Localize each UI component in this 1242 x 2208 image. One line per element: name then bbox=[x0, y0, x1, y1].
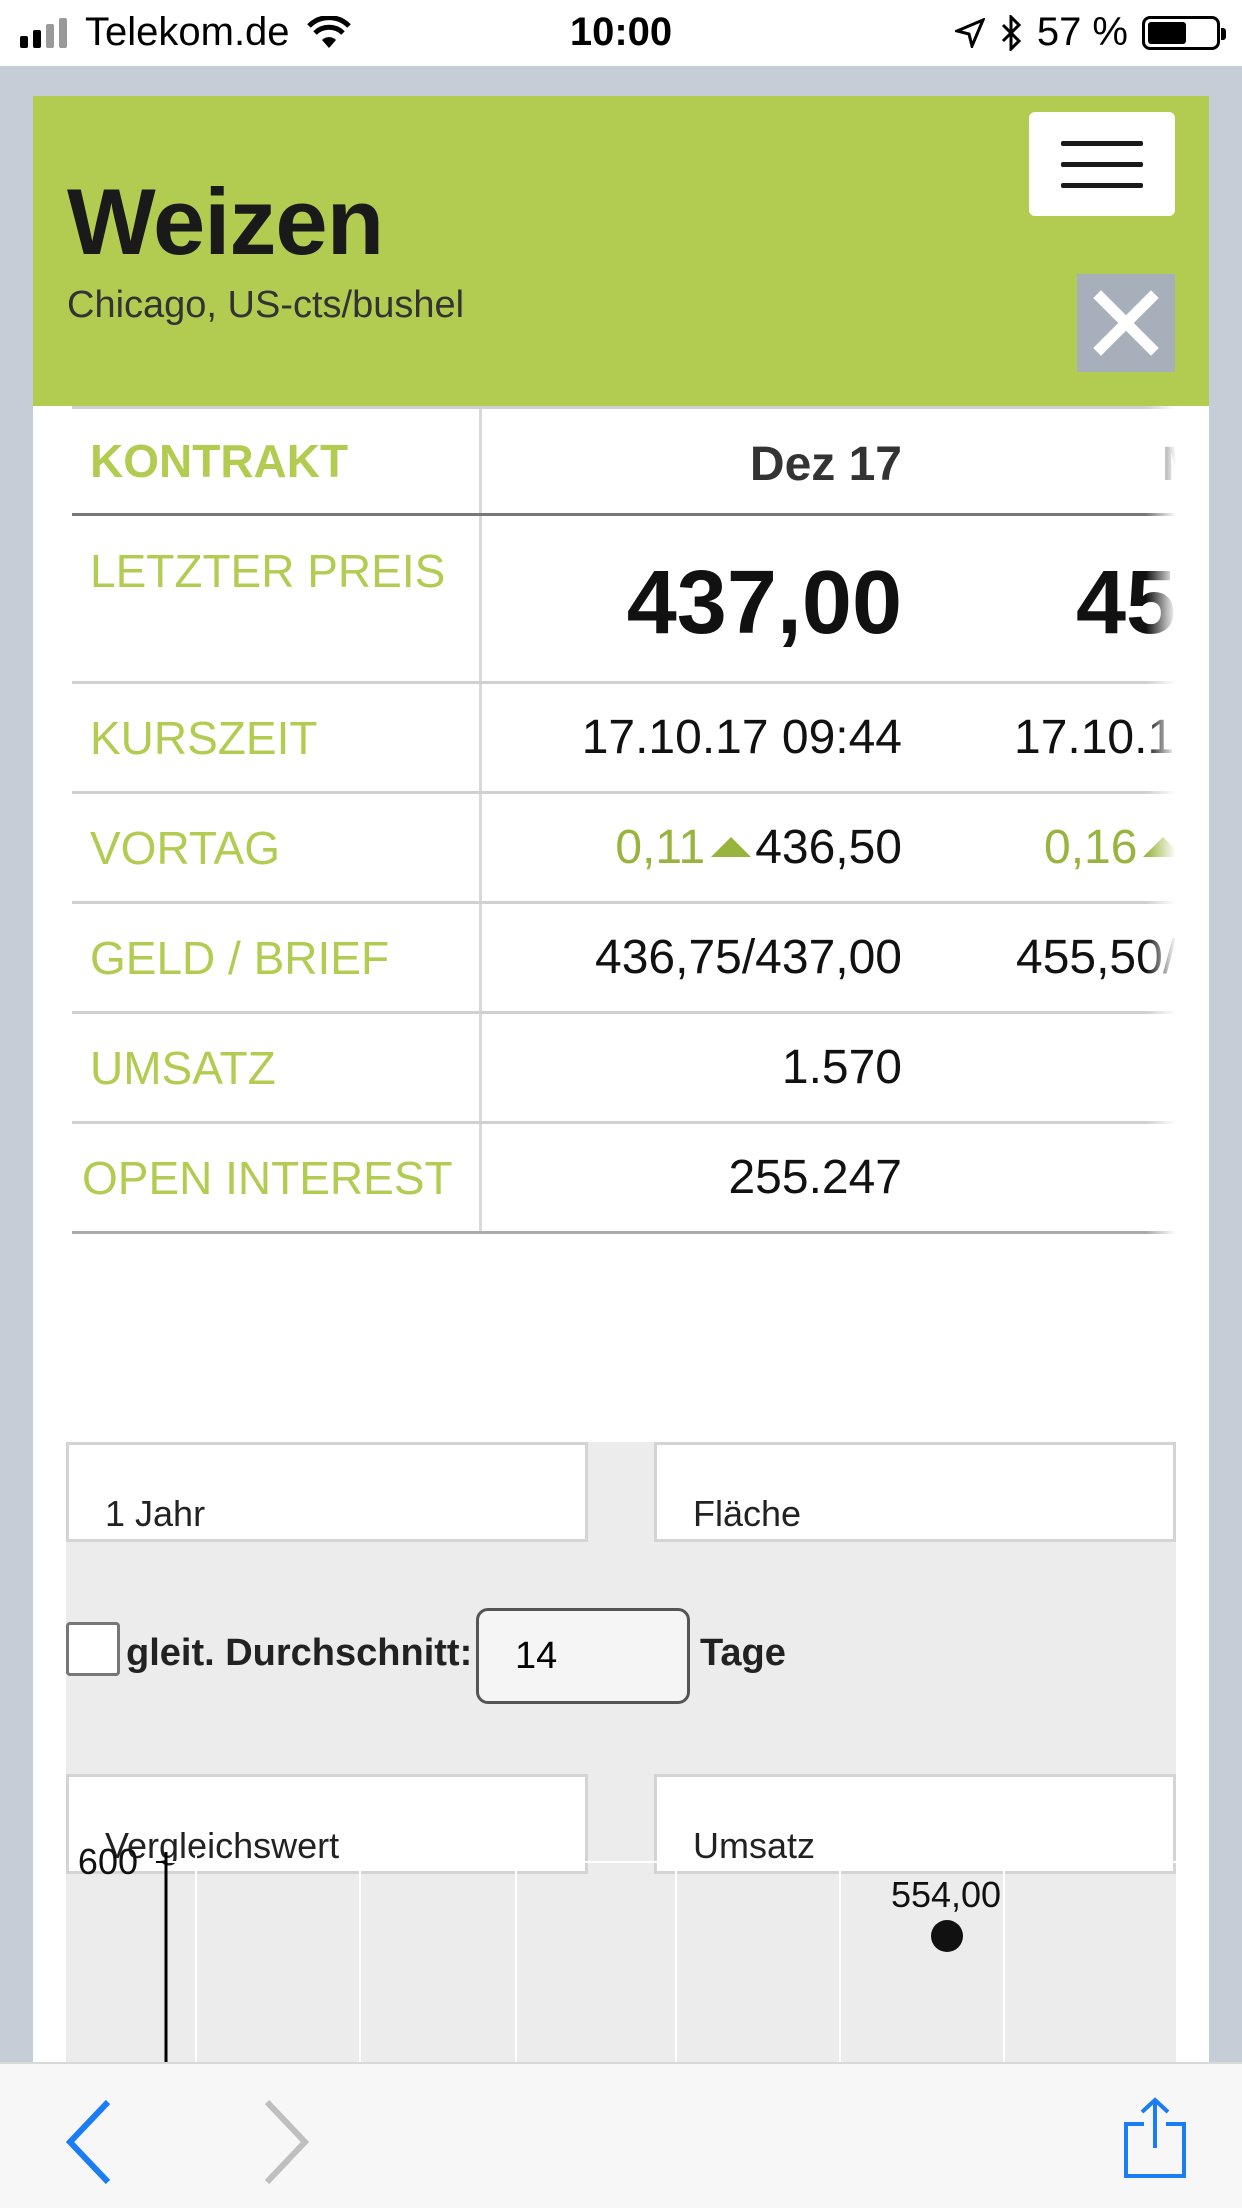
row-label: GELD / BRIEF bbox=[72, 904, 482, 1011]
last-price-value: 437,00 bbox=[626, 553, 902, 653]
table-row-letzter-preis: LETZTER PREIS 437,00 455 bbox=[72, 516, 1176, 684]
max-price-point bbox=[931, 1920, 963, 1952]
share-button[interactable] bbox=[1122, 2096, 1188, 2178]
table-row-vortag: VORTAG 0,11436,50 0,164 bbox=[72, 794, 1176, 904]
moving-average-checkbox[interactable] bbox=[66, 1622, 120, 1676]
page-title: Weizen bbox=[67, 169, 384, 274]
table-row-kurszeit: KURSZEIT 17.10.17 09:44 17.10.17 bbox=[72, 684, 1176, 794]
row-label: KURSZEIT bbox=[72, 684, 482, 791]
battery-percent: 57 % bbox=[1036, 10, 1128, 54]
browser-toolbar bbox=[0, 2062, 1242, 2208]
table-row-kontrakt: KONTRAKT Dez 17 M bbox=[72, 406, 1176, 516]
battery-icon bbox=[1142, 15, 1226, 50]
chevron-left-icon bbox=[65, 2099, 111, 2185]
previous-value: 436,50 bbox=[755, 821, 902, 874]
previous-day-value: 0,11 436,50 bbox=[482, 820, 902, 875]
period-select-value: 1 Jahr bbox=[105, 1493, 206, 1534]
up-triangle-icon bbox=[711, 837, 752, 858]
open-interest-value: 255.247 bbox=[728, 1151, 902, 1204]
menu-button[interactable] bbox=[1029, 112, 1175, 216]
quote-table: KONTRAKT Dez 17 M LETZTER PREIS 437,00 4… bbox=[72, 406, 1176, 1236]
row-label: UMSATZ bbox=[72, 1014, 482, 1121]
bid-ask-value: 436,75/437,00 bbox=[595, 931, 902, 984]
max-price-annotation: 554,00 bbox=[891, 1874, 1001, 1915]
quote-time-value: 17.10.17 09:44 bbox=[581, 711, 902, 764]
page-subtitle: Chicago, US-cts/bushel bbox=[67, 284, 465, 326]
hamburger-icon bbox=[1061, 140, 1143, 146]
location-icon bbox=[954, 17, 985, 48]
period-select[interactable]: 1 Jahr bbox=[66, 1442, 588, 1542]
moving-average-label: gleit. Durchschnitt: bbox=[126, 1632, 473, 1674]
scroll-fade bbox=[1146, 406, 1176, 1236]
close-icon bbox=[1093, 290, 1159, 356]
change-value: 0,11 bbox=[615, 821, 706, 874]
table-row-umsatz: UMSATZ 1.570 bbox=[72, 1014, 1176, 1124]
row-label: OPEN INTEREST bbox=[72, 1124, 482, 1231]
volume-value: 1.570 bbox=[781, 1041, 902, 1094]
row-label: VORTAG bbox=[72, 794, 482, 901]
chart-type-select-value: Fläche bbox=[693, 1493, 802, 1534]
back-button[interactable] bbox=[60, 2094, 120, 2190]
row-label: KONTRAKT bbox=[72, 409, 482, 513]
forward-button[interactable] bbox=[255, 2094, 315, 2190]
column-header-dez17[interactable]: Dez 17 bbox=[482, 437, 902, 492]
share-icon bbox=[1124, 2097, 1186, 2178]
header: Weizen Chicago, US-cts/bushel bbox=[33, 96, 1209, 406]
status-right: 57 % bbox=[954, 10, 1226, 55]
y-tick-label: 600 bbox=[78, 1841, 138, 1882]
table-row-geld-brief: GELD / BRIEF 436,75/437,00 455,50/4 bbox=[72, 904, 1176, 1014]
moving-average-days-input[interactable]: 14 bbox=[476, 1608, 690, 1704]
chevron-right-icon bbox=[264, 2099, 310, 2185]
days-label: Tage bbox=[700, 1632, 786, 1674]
row-label: LETZTER PREIS bbox=[72, 516, 482, 681]
price-chart[interactable]: 600 554,00 bbox=[66, 1832, 1176, 2062]
table-row-open-interest: OPEN INTEREST 255.247 1( bbox=[72, 1124, 1176, 1234]
chart-controls: 1 Jahr Fläche gleit. Durchschnitt: 14 Ta… bbox=[66, 1442, 1176, 2062]
page-content: Weizen Chicago, US-cts/bushel KONTRAKT D… bbox=[33, 96, 1209, 2062]
chart-type-select[interactable]: Fläche bbox=[654, 1442, 1176, 1542]
change-value: 0,16 bbox=[1044, 821, 1138, 874]
close-button[interactable] bbox=[1077, 274, 1175, 372]
bluetooth-icon bbox=[1001, 14, 1021, 51]
status-bar: Telekom.de 10:00 57 % bbox=[0, 0, 1242, 66]
